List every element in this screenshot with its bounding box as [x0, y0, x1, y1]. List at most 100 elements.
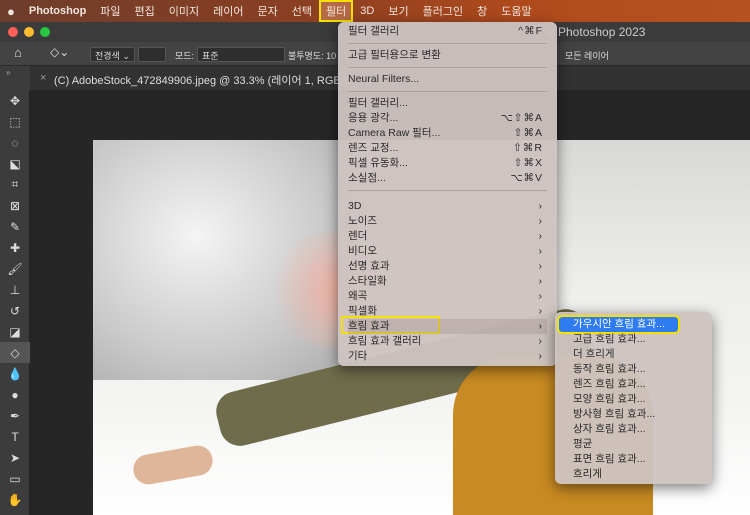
chevron-right-icon: › — [538, 230, 543, 242]
move-tool-icon[interactable]: ✥ — [0, 90, 30, 111]
item-label: 렌즈 교정... — [348, 142, 399, 154]
panel-collapse-icon[interactable]: » — [0, 66, 30, 90]
tools-panel: ✥ ⬚ ◌ ⬕ ⌗ ⊠ ✎ ✚ 🖌 ⊥ ↺ ◪ ◇ 💧 ● ✒ T ➤ ▭ ✋ — [0, 90, 30, 515]
lasso-tool-icon[interactable]: ◌ — [0, 132, 30, 153]
paint-bucket-tool-icon[interactable]: ◇ — [0, 342, 30, 363]
menu-item-convert-smart-filters[interactable]: 고급 필터용으로 변환 — [348, 48, 547, 63]
item-label: 3D — [348, 200, 362, 212]
eyedropper-tool-icon[interactable]: ✎ — [0, 216, 30, 237]
blur-tool-icon[interactable]: 💧 — [0, 363, 30, 384]
blur-item-8[interactable]: 평균 — [559, 437, 708, 452]
chevron-right-icon: › — [538, 350, 543, 362]
all-layers-checkbox[interactable]: 모든 레이어 — [565, 49, 609, 62]
chevron-right-icon: › — [538, 275, 543, 287]
path-select-tool-icon[interactable]: ➤ — [0, 447, 30, 468]
marquee-tool-icon[interactable]: ⬚ — [0, 111, 30, 132]
menu-item-filter-5[interactable]: 소실점... ⌥⌘V — [348, 171, 547, 186]
menu-select[interactable]: 선택 — [285, 3, 319, 19]
blur-item-4[interactable]: 렌즈 흐림 효과... — [559, 377, 708, 392]
fill-source-value: 전경색 — [95, 51, 120, 61]
item-label: 렌더 — [348, 230, 368, 242]
chevron-right-icon: › — [538, 305, 543, 317]
submenu-2[interactable]: 렌더 › — [348, 229, 547, 244]
item-label: 왜곡 — [348, 290, 368, 302]
menu-file[interactable]: 파일 — [93, 3, 127, 19]
menu-layer[interactable]: 레이어 — [206, 3, 250, 19]
blur-item-2[interactable]: 더 흐리게 — [559, 347, 708, 362]
crop-tool-icon[interactable]: ⌗ — [0, 174, 30, 195]
blur-item-5[interactable]: 모양 흐림 효과... — [559, 392, 708, 407]
menu-item-last-filter[interactable]: 필터 갤러리 ^⌘F — [348, 24, 547, 39]
type-tool-icon[interactable]: T — [0, 426, 30, 447]
dodge-tool-icon[interactable]: ● — [0, 384, 30, 405]
chevron-right-icon: › — [538, 200, 543, 212]
brush-tool-icon[interactable]: 🖌 — [0, 258, 30, 279]
submenu-9[interactable]: 흐림 효과 갤러리 › — [348, 334, 547, 349]
object-select-tool-icon[interactable]: ⬕ — [0, 153, 30, 174]
hand-tool-icon[interactable]: ✋ — [0, 489, 30, 510]
menu-window[interactable]: 창 — [470, 3, 494, 19]
stamp-tool-icon[interactable]: ⊥ — [0, 279, 30, 300]
menu-image[interactable]: 이미지 — [162, 3, 206, 19]
menu-type[interactable]: 문자 — [251, 3, 285, 19]
item-label: 소실점... — [348, 172, 386, 184]
menu-item-filter-4[interactable]: 픽셀 유동화... ⇧⌘X — [348, 156, 547, 171]
zoom-window-button[interactable] — [40, 27, 50, 37]
minimize-window-button[interactable] — [24, 27, 34, 37]
window-title: e Photoshop 2023 — [548, 25, 646, 39]
tab-close-icon[interactable]: × — [40, 72, 46, 84]
close-window-button[interactable] — [8, 27, 18, 37]
blur-item-0[interactable]: 가우시안 흐림 효과... — [557, 315, 680, 334]
pattern-select[interactable] — [138, 47, 166, 62]
shortcut: ⇧⌘R — [513, 142, 543, 154]
menu-app[interactable]: Photoshop — [22, 5, 93, 17]
menu-plugins[interactable]: 플러그인 — [416, 3, 470, 19]
rectangle-tool-icon[interactable]: ▭ — [0, 468, 30, 489]
menu-3d[interactable]: 3D — [353, 5, 381, 17]
blur-item-7[interactable]: 상자 흐림 효과... — [559, 422, 708, 437]
item-label: 필터 갤러리... — [348, 97, 408, 109]
paint-bucket-preset-icon[interactable]: ◇⌄ — [50, 45, 69, 59]
pen-tool-icon[interactable]: ✒ — [0, 405, 30, 426]
submenu-10[interactable]: 기타 › — [348, 349, 547, 364]
submenu-8[interactable]: 흐림 효과 › — [348, 319, 547, 334]
frame-tool-icon[interactable]: ⊠ — [0, 195, 30, 216]
submenu-0[interactable]: 3D › — [348, 199, 547, 214]
mode-select[interactable]: 표준 — [197, 47, 285, 62]
apple-icon[interactable]: ● — [0, 4, 22, 19]
eraser-tool-icon[interactable]: ◪ — [0, 321, 30, 342]
menu-item-filter-3[interactable]: 렌즈 교정... ⇧⌘R — [348, 141, 547, 156]
menu-edit[interactable]: 편집 — [128, 3, 162, 19]
healing-brush-tool-icon[interactable]: ✚ — [0, 237, 30, 258]
menu-item-filter-1[interactable]: 응용 광각... ⌥⇧⌘A — [348, 111, 547, 126]
chevron-right-icon: › — [538, 290, 543, 302]
history-brush-tool-icon[interactable]: ↺ — [0, 300, 30, 321]
submenu-6[interactable]: 왜곡 › — [348, 289, 547, 304]
submenu-3[interactable]: 비디오 › — [348, 244, 547, 259]
chevron-right-icon: › — [538, 320, 543, 332]
blur-item-6[interactable]: 방사형 흐림 효과... — [559, 407, 708, 422]
menu-view[interactable]: 보기 — [381, 3, 415, 19]
document-tab[interactable]: (C) AdobeStock_472849906.jpeg @ 33.3% (레… — [54, 72, 350, 88]
submenu-5[interactable]: 스타일화 › — [348, 274, 547, 289]
menu-filter[interactable]: 필터 — [319, 0, 354, 22]
shortcut: ⇧⌘X — [513, 157, 543, 169]
menu-item-filter-2[interactable]: Camera Raw 필터... ⇧⌘A — [348, 126, 547, 141]
blur-item-3[interactable]: 동작 흐림 효과... — [559, 362, 708, 377]
blur-item-1[interactable]: 고급 흐림 효과... — [559, 332, 708, 347]
menu-item-neural-filters[interactable]: Neural Filters... — [348, 72, 547, 87]
submenu-1[interactable]: 노이즈 › — [348, 214, 547, 229]
item-label: 노이즈 — [348, 215, 377, 227]
opacity-field[interactable]: 불투명도: 10 — [288, 49, 336, 62]
fill-source-select[interactable]: 전경색 ⌄ — [90, 47, 135, 62]
shortcut: ⌥⇧⌘A — [500, 112, 543, 124]
menu-help[interactable]: 도움말 — [494, 3, 538, 19]
separator — [348, 67, 547, 68]
chevron-right-icon: › — [538, 215, 543, 227]
menu-item-filter-0[interactable]: 필터 갤러리... — [348, 96, 547, 111]
submenu-7[interactable]: 픽셀화 › — [348, 304, 547, 319]
blur-item-9[interactable]: 표면 흐림 효과... — [559, 452, 708, 467]
home-icon[interactable]: ⌂ — [14, 45, 22, 60]
submenu-4[interactable]: 선명 효과 › — [348, 259, 547, 274]
blur-item-10[interactable]: 흐리게 — [559, 467, 708, 482]
